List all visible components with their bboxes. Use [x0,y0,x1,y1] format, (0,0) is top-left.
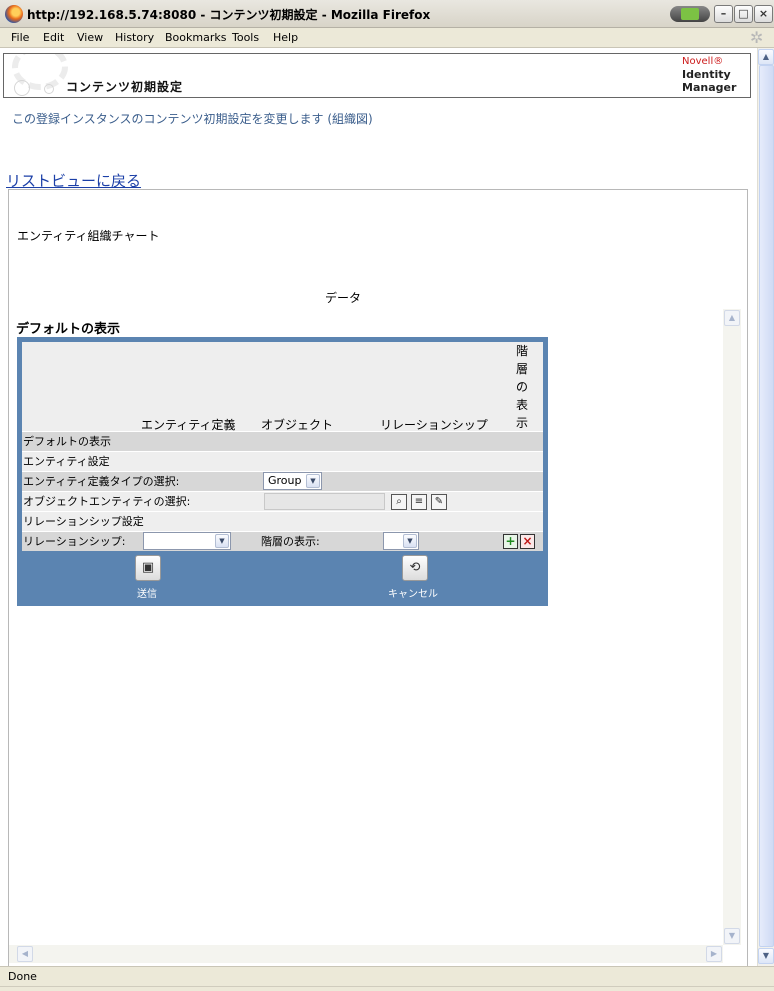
content-frame: エンティティ組織チャート データ デフォルトの表示 エンティティ定義 オブジェク… [8,189,748,966]
submit-label: 送信 [137,589,157,600]
object-entity-field[interactable] [264,493,385,510]
menu-bar: File Edit View History Bookmarks Tools H… [0,28,774,48]
scroll-right-icon[interactable]: ▶ [706,946,722,962]
circle-decoration-icon [14,80,30,96]
hdr-char: 層 [515,362,528,376]
circle-decoration-icon [44,84,54,94]
window-bottom-edge [0,986,774,991]
brand-line-1: Identity [682,68,731,81]
settings-panel: エンティティ定義 オブジェクト リレーションシップ 階 層 の 表 示 デフォル… [17,337,548,606]
page-vertical-scrollbar[interactable]: ▲ ▼ [757,48,774,966]
menu-help[interactable]: Help [273,31,298,44]
entity-chart-label: エンティティ組織チャート [17,229,160,243]
history-list-icon[interactable]: ≡ [411,494,427,510]
hdr-char: の [515,380,528,394]
table-row: エンティティ定義タイプの選択: Group ▼ [22,471,543,491]
table-row: エンティティ設定 [22,451,543,471]
menu-bookmarks[interactable]: Bookmarks [165,31,226,44]
page-viewport: コンテンツ初期設定 Novell® Identity Manager この登録イ… [0,48,774,966]
table-header: エンティティ定義 オブジェクト リレーションシップ 階 層 の 表 示 [22,342,543,432]
table-row: リレーションシップ: ▼ 階層の表示: ▼ + × [22,531,543,551]
window-title-bar: http://192.168.5.74:8080 - コンテンツ初期設定 - M… [0,0,774,28]
hdr-char: 示 [515,416,528,430]
scrollbar-thumb[interactable] [759,65,774,947]
cancel-label: キャンセル [388,589,438,600]
hierarchy-label: 階層の表示: [261,535,320,548]
throbber-icon: ✲ [750,28,764,47]
chevron-down-icon: ▼ [306,474,320,488]
chevron-down-icon: ▼ [403,534,417,548]
relationship-select[interactable]: ▼ [143,532,231,550]
table-row: デフォルトの表示 [22,431,543,451]
menu-edit[interactable]: Edit [43,31,64,44]
edit-icon[interactable]: ✎ [431,494,447,510]
maximize-button[interactable]: □ [734,5,753,23]
scroll-up-icon[interactable]: ▲ [758,49,774,65]
window-title: http://192.168.5.74:8080 - コンテンツ初期設定 - M… [27,8,431,22]
identity-manager-logo: Identity Manager [682,68,736,94]
row-label: リレーションシップ: [23,535,126,548]
page-title: コンテンツ初期設定 [66,80,184,94]
menu-history[interactable]: History [115,31,154,44]
scroll-left-icon[interactable]: ◀ [17,946,33,962]
hdr-char: 階 [515,344,528,358]
chevron-down-icon: ▼ [215,534,229,548]
row-label: リレーションシップ設定 [23,515,144,528]
entity-type-value: Group [268,474,302,487]
status-text: Done [8,970,37,983]
menu-view[interactable]: View [77,31,103,44]
minimize-button[interactable]: – [714,5,733,23]
table-row: オブジェクトエンティティの選択: ⌕ ≡ ✎ [22,491,543,511]
cancel-icon[interactable]: ⟲ [402,555,428,581]
data-label: データ [325,291,362,305]
save-icon[interactable]: ▣ [135,555,161,581]
scroll-down-icon[interactable]: ▼ [724,928,740,944]
firefox-logo-icon [5,5,23,23]
hierarchy-select[interactable]: ▼ [383,532,419,550]
section-title: デフォルトの表示 [16,322,121,337]
add-icon[interactable]: + [503,534,518,549]
row-label: オブジェクトエンティティの選択: [23,495,191,508]
scroll-up-icon[interactable]: ▲ [724,310,740,326]
back-to-list-link[interactable]: リストビューに戻る [6,170,141,191]
novell-logo: Novell® [682,56,724,67]
hdr-char: 表 [515,398,528,412]
page-description: この登録インスタンスのコンテンツ初期設定を変更します (組織図) [12,112,373,126]
row-label: デフォルトの表示 [23,435,111,448]
row-label: エンティティ定義タイプの選択: [23,475,180,488]
menu-file[interactable]: File [11,31,29,44]
close-button[interactable]: × [754,5,773,23]
row-label: エンティティ設定 [23,455,110,468]
remove-icon[interactable]: × [520,534,535,549]
action-bar: ▣ 送信 ⟲ キャンセル [22,553,543,601]
search-icon[interactable]: ⌕ [391,494,407,510]
brand-line-2: Manager [682,81,737,94]
inner-vertical-scrollbar[interactable]: ▲ ▼ [723,309,741,945]
entity-type-select[interactable]: Group ▼ [263,472,322,490]
header-banner: コンテンツ初期設定 Novell® Identity Manager [3,53,751,98]
nvidia-badge-icon [670,6,710,22]
col-hierarchy-display: 階 層 の 表 示 [512,342,532,432]
table-row: リレーションシップ設定 [22,511,543,531]
status-bar: Done [0,966,774,986]
inner-horizontal-scrollbar[interactable]: ◀ ▶ [9,945,723,963]
scroll-down-icon[interactable]: ▼ [758,948,774,964]
menu-tools[interactable]: Tools [232,31,259,44]
